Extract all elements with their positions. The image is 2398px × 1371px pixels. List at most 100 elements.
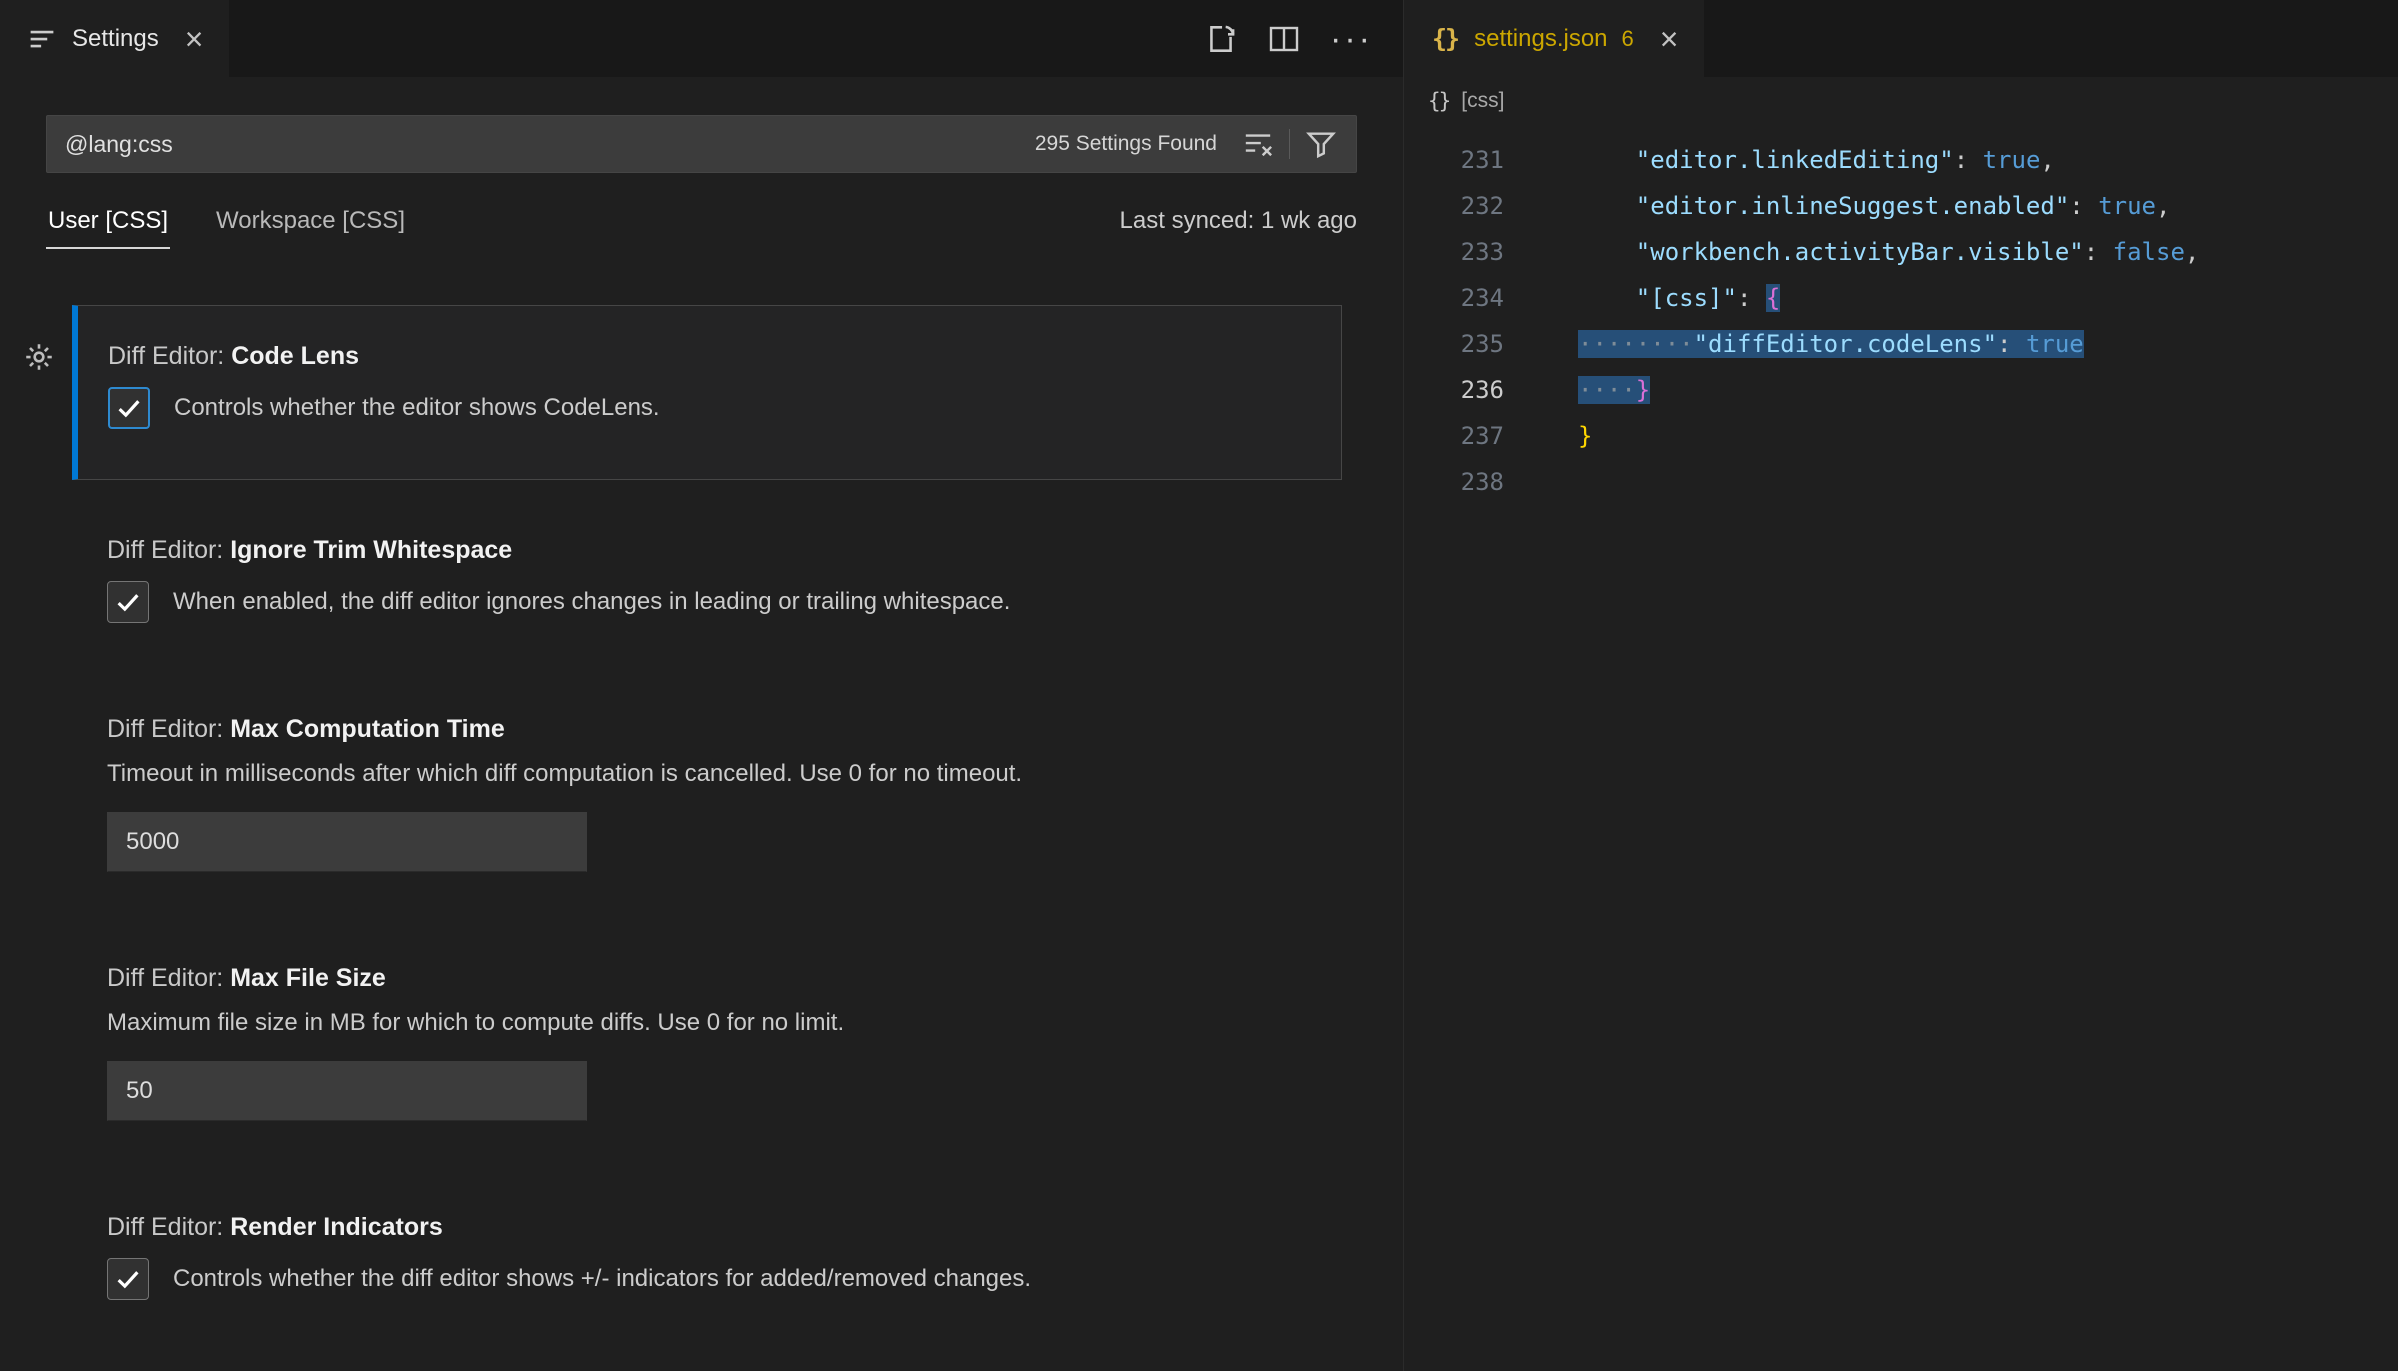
setting-name: Code Lens bbox=[231, 342, 359, 370]
settings-search-box: 295 Settings Found bbox=[46, 115, 1357, 173]
code-line[interactable]: 232 "editor.inlineSuggest.enabled": true… bbox=[1404, 183, 2398, 229]
ignore-trim-whitespace-checkbox[interactable] bbox=[107, 581, 149, 623]
setting-description: When enabled, the diff editor ignores ch… bbox=[173, 588, 1010, 616]
code-line-content: "editor.linkedEditing": true, bbox=[1504, 137, 2055, 183]
line-number[interactable]: 235 bbox=[1404, 321, 1504, 367]
code-token: true bbox=[2026, 330, 2084, 358]
last-synced-label: Last synced: 1 wk ago bbox=[1120, 203, 1357, 235]
line-number[interactable]: 237 bbox=[1404, 413, 1504, 459]
code-editor[interactable]: 231 "editor.linkedEditing": true,232 "ed… bbox=[1404, 125, 2398, 1371]
line-number[interactable]: 234 bbox=[1404, 275, 1504, 321]
json-symbol-icon: {} bbox=[1428, 89, 1449, 113]
code-line-content: "editor.inlineSuggest.enabled": true, bbox=[1504, 183, 2170, 229]
setting-title: Diff Editor: Max File Size bbox=[107, 964, 1357, 993]
code-line-content bbox=[1504, 459, 1578, 505]
code-line[interactable]: 231 "editor.linkedEditing": true, bbox=[1404, 137, 2398, 183]
code-token bbox=[1578, 238, 1636, 266]
code-line[interactable]: 234 "[css]": { bbox=[1404, 275, 2398, 321]
right-tab-bar: {} settings.json 6 × bbox=[1404, 0, 2398, 77]
setting-name: Ignore Trim Whitespace bbox=[230, 536, 512, 564]
line-number[interactable]: 231 bbox=[1404, 137, 1504, 183]
code-token: : bbox=[1954, 146, 1983, 174]
code-token: : bbox=[2069, 192, 2098, 220]
setting-name: Render Indicators bbox=[230, 1213, 443, 1241]
code-line-content: ········"diffEditor.codeLens": true bbox=[1504, 321, 2084, 367]
settings-scope-row: User [CSS] Workspace [CSS] Last synced: … bbox=[46, 203, 1357, 259]
code-line-content: "[css]": { bbox=[1504, 275, 1780, 321]
code-token: : bbox=[1997, 330, 2026, 358]
settings-editor-panel: Settings × ··· 295 Settings Found bbox=[0, 0, 1403, 1371]
render-indicators-checkbox[interactable] bbox=[107, 1258, 149, 1300]
breadcrumb[interactable]: {} [css] bbox=[1404, 77, 2398, 125]
code-token: true bbox=[2098, 192, 2156, 220]
setting-diff-editor-ignore-trim-whitespace[interactable]: Diff Editor: Ignore Trim Whitespace When… bbox=[46, 536, 1357, 623]
setting-title: Diff Editor: Ignore Trim Whitespace bbox=[107, 536, 1357, 565]
scope-tab-workspace-css[interactable]: Workspace [CSS] bbox=[214, 203, 407, 247]
code-token: : bbox=[1737, 284, 1766, 312]
tab-settings-json[interactable]: {} settings.json 6 × bbox=[1404, 0, 1704, 77]
code-token: ···· bbox=[1578, 376, 1636, 404]
code-token: "workbench.activityBar.visible" bbox=[1636, 238, 2084, 266]
line-number[interactable]: 238 bbox=[1404, 459, 1504, 505]
close-icon[interactable]: × bbox=[1660, 23, 1679, 55]
code-line[interactable]: 236····} bbox=[1404, 367, 2398, 413]
setting-diff-editor-max-file-size[interactable]: Diff Editor: Max File Size Maximum file … bbox=[46, 964, 1357, 1121]
settings-search-input[interactable] bbox=[51, 131, 1035, 158]
code-line[interactable]: 238 bbox=[1404, 459, 2398, 505]
close-icon[interactable]: × bbox=[185, 23, 204, 55]
scope-tab-user-css[interactable]: User [CSS] bbox=[46, 203, 170, 249]
tab-settings-json-label: settings.json bbox=[1474, 25, 1607, 53]
code-token: "diffEditor.codeLens" bbox=[1694, 330, 1997, 358]
open-settings-json-icon[interactable] bbox=[1204, 22, 1238, 56]
code-token: , bbox=[2040, 146, 2054, 174]
setting-diff-editor-code-lens[interactable]: Diff Editor: Code Lens Controls whether … bbox=[72, 305, 1342, 480]
code-lens-checkbox[interactable] bbox=[108, 387, 150, 429]
results-count-badge: 295 Settings Found bbox=[1035, 132, 1217, 156]
code-token: "editor.inlineSuggest.enabled" bbox=[1636, 192, 2069, 220]
code-token: "editor.linkedEditing" bbox=[1636, 146, 1954, 174]
line-number[interactable]: 232 bbox=[1404, 183, 1504, 229]
code-token bbox=[1578, 192, 1636, 220]
setting-diff-editor-max-computation-time[interactable]: Diff Editor: Max Computation Time Timeou… bbox=[46, 715, 1357, 872]
setting-category: Diff Editor: bbox=[108, 342, 231, 370]
code-line-content: ····} bbox=[1504, 367, 1650, 413]
line-number[interactable]: 233 bbox=[1404, 229, 1504, 275]
code-line[interactable]: 237} bbox=[1404, 413, 2398, 459]
more-actions-icon[interactable]: ··· bbox=[1330, 22, 1373, 56]
setting-description: Controls whether the editor shows CodeLe… bbox=[174, 394, 660, 422]
settings-tune-icon bbox=[28, 25, 56, 53]
gear-icon[interactable] bbox=[24, 342, 54, 377]
code-line[interactable]: 233 "workbench.activityBar.visible": fal… bbox=[1404, 229, 2398, 275]
setting-category: Diff Editor: bbox=[107, 964, 230, 992]
setting-title: Diff Editor: Max Computation Time bbox=[107, 715, 1357, 744]
setting-category: Diff Editor: bbox=[107, 1213, 230, 1241]
setting-title: Diff Editor: Render Indicators bbox=[107, 1213, 1357, 1242]
code-token: "[css]" bbox=[1636, 284, 1737, 312]
clear-search-filters-icon[interactable] bbox=[1237, 123, 1279, 165]
code-token: ········ bbox=[1578, 330, 1694, 358]
code-lines: 231 "editor.linkedEditing": true,232 "ed… bbox=[1404, 137, 2398, 505]
code-token: : bbox=[2084, 238, 2113, 266]
breadcrumb-item-css[interactable]: [css] bbox=[1461, 89, 1504, 113]
left-tab-bar: Settings × ··· bbox=[0, 0, 1403, 77]
problems-count-badge: 6 bbox=[1622, 26, 1634, 52]
code-line[interactable]: 235········"diffEditor.codeLens": true bbox=[1404, 321, 2398, 367]
max-computation-time-input[interactable] bbox=[107, 812, 587, 872]
tab-settings[interactable]: Settings × bbox=[0, 0, 229, 77]
max-file-size-input[interactable] bbox=[107, 1061, 587, 1121]
line-number[interactable]: 236 bbox=[1404, 367, 1504, 413]
setting-name: Max File Size bbox=[230, 964, 386, 992]
vscode-window: Settings × ··· 295 Settings Found bbox=[0, 0, 2398, 1371]
filter-funnel-icon[interactable] bbox=[1300, 123, 1342, 165]
split-editor-icon[interactable] bbox=[1268, 23, 1300, 55]
setting-description: Controls whether the diff editor shows +… bbox=[173, 1265, 1031, 1293]
json-file-icon: {} bbox=[1432, 24, 1458, 53]
code-token bbox=[1578, 284, 1636, 312]
setting-name: Max Computation Time bbox=[230, 715, 505, 743]
setting-description: Maximum file size in MB for which to com… bbox=[107, 1009, 1357, 1037]
setting-diff-editor-render-indicators[interactable]: Diff Editor: Render Indicators Controls … bbox=[46, 1213, 1357, 1300]
settings-list: Diff Editor: Code Lens Controls whether … bbox=[46, 305, 1357, 1300]
editor-actions: ··· bbox=[1204, 0, 1403, 77]
code-token: true bbox=[1983, 146, 2041, 174]
code-token: } bbox=[1636, 376, 1650, 404]
